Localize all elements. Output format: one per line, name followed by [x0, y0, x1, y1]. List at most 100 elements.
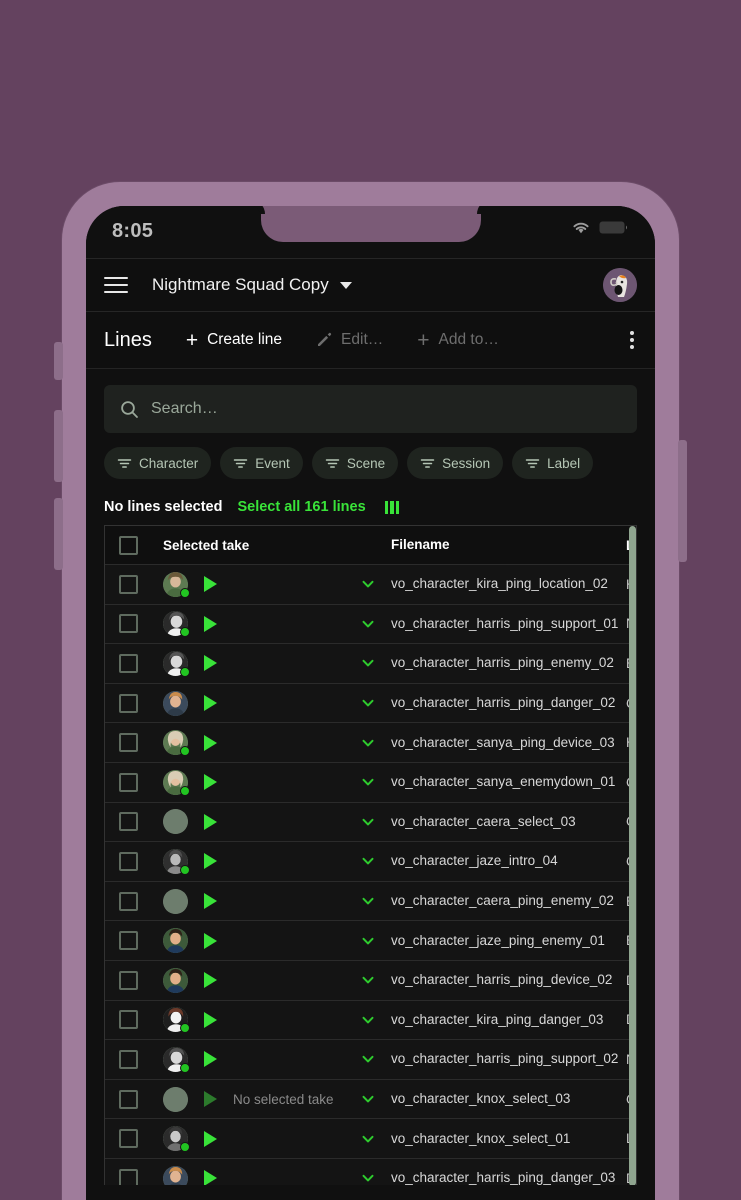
waveform[interactable]: M0.0 10.4 L0.0 11.6 M1.6 10.4 L1.6 11.6 … [233, 692, 348, 714]
checkbox-unchecked-icon[interactable] [118, 851, 138, 871]
add-to-button[interactable]: + Add to… [417, 330, 499, 351]
filter-chip-event[interactable]: Event [220, 447, 303, 479]
play-icon[interactable] [204, 972, 217, 989]
row-avatar[interactable] [163, 888, 188, 914]
volume-up-button[interactable] [54, 410, 63, 482]
row-checkbox[interactable] [105, 614, 151, 634]
waveform[interactable]: M0.0 10.4 L0.0 11.6 M1.6 10.4 L1.6 11.6 … [233, 930, 348, 952]
row-checkbox[interactable] [105, 931, 151, 951]
play-icon[interactable] [204, 1130, 217, 1147]
waveform[interactable]: M0.0 10.4 L0.0 11.6 M1.6 10.4 L1.6 11.6 … [233, 652, 348, 674]
table-row[interactable]: M0.0 10.4 L0.0 11.6 M1.6 10.4 L1.6 11.6 … [105, 723, 636, 763]
row-avatar[interactable] [163, 650, 190, 677]
play-icon[interactable] [204, 774, 217, 791]
play-icon[interactable] [204, 576, 217, 593]
row-checkbox[interactable] [105, 772, 151, 792]
checkbox-unchecked-icon[interactable] [118, 693, 138, 713]
row-checkbox[interactable] [105, 812, 151, 832]
power-button[interactable] [678, 440, 687, 562]
edit-button[interactable]: Edit… [316, 331, 383, 349]
play-icon[interactable] [204, 695, 217, 712]
table-row[interactable]: M0.0 10.4 L0.0 11.6 M1.6 10.4 L1.6 11.6 … [105, 1119, 636, 1159]
checkbox-unchecked-icon[interactable] [118, 614, 138, 634]
checkbox-unchecked-icon[interactable] [118, 733, 138, 753]
table-row[interactable]: M0.0 10.4 L0.0 11.6 M1.6 10.4 L1.6 11.6 … [105, 644, 636, 684]
table-row[interactable]: M0.0 10.4 L0.0 11.6 M1.6 10.4 L1.6 11.6 … [105, 1159, 636, 1185]
checkbox-unchecked-icon[interactable] [118, 1089, 138, 1109]
select-all-checkbox[interactable] [105, 535, 151, 555]
checkbox-unchecked-icon[interactable] [118, 535, 138, 555]
play-icon[interactable] [204, 734, 217, 751]
row-avatar[interactable] [163, 928, 188, 954]
row-avatar[interactable] [163, 611, 190, 638]
chevron-down-icon[interactable] [361, 973, 375, 987]
table-row[interactable]: M0.0 10.4 L0.0 11.6 M1.6 10.4 L1.6 11.6 … [105, 684, 636, 724]
table-row[interactable]: M0.0 10.4 L0.0 11.6 M1.6 10.4 L1.6 11.6 … [105, 763, 636, 803]
chevron-down-icon[interactable] [361, 1013, 375, 1027]
mute-switch-button[interactable] [54, 342, 63, 380]
filter-chip-character[interactable]: Character [104, 447, 212, 479]
row-avatar[interactable] [163, 1126, 190, 1153]
row-checkbox[interactable] [105, 851, 151, 871]
search-input[interactable]: Search… [104, 385, 637, 433]
waveform[interactable]: M0.0 10.4 L0.0 11.6 M1.6 10.4 L1.6 11.6 … [233, 771, 348, 793]
play-icon[interactable] [204, 813, 217, 830]
chevron-down-icon[interactable] [361, 1132, 375, 1146]
play-icon[interactable] [204, 1170, 217, 1185]
waveform[interactable]: M0.0 10.4 L0.0 11.6 M1.6 10.4 L1.6 11.6 … [233, 573, 348, 595]
row-checkbox[interactable] [105, 693, 151, 713]
chevron-down-icon[interactable] [361, 894, 375, 908]
avatar[interactable] [603, 268, 637, 302]
row-checkbox[interactable] [105, 1089, 151, 1109]
chevron-down-icon[interactable] [361, 577, 375, 591]
filter-chip-label[interactable]: Label [512, 447, 594, 479]
row-avatar[interactable] [163, 809, 188, 835]
chevron-down-icon[interactable] [361, 617, 375, 631]
row-checkbox[interactable] [105, 1010, 151, 1030]
checkbox-unchecked-icon[interactable] [118, 1129, 138, 1149]
waveform[interactable]: M0.0 10.4 L0.0 11.6 M1.6 10.4 L1.6 11.6 … [233, 850, 348, 872]
chevron-down-icon[interactable] [361, 815, 375, 829]
row-avatar[interactable] [163, 690, 188, 716]
chevron-down-icon[interactable] [339, 281, 352, 289]
table-row[interactable]: M0.0 10.4 L0.0 11.6 M1.6 10.4 L1.6 11.6 … [105, 842, 636, 882]
play-icon[interactable] [204, 1011, 217, 1028]
kebab-menu-icon[interactable] [627, 325, 637, 355]
checkbox-unchecked-icon[interactable] [118, 970, 138, 990]
play-icon[interactable] [204, 853, 217, 870]
column-header-selected-take[interactable]: Selected take [163, 538, 249, 553]
row-checkbox[interactable] [105, 574, 151, 594]
row-avatar[interactable] [163, 571, 190, 598]
table-row[interactable]: M0.0 10.4 L0.0 11.6 M1.6 10.4 L1.6 11.6 … [105, 921, 636, 961]
checkbox-unchecked-icon[interactable] [118, 574, 138, 594]
checkbox-unchecked-icon[interactable] [118, 1168, 138, 1185]
filter-chip-scene[interactable]: Scene [311, 447, 399, 479]
chevron-down-icon[interactable] [361, 854, 375, 868]
row-avatar[interactable] [163, 1086, 188, 1112]
column-header-filename[interactable]: Filename [391, 537, 450, 552]
play-icon[interactable] [204, 655, 217, 672]
table-row[interactable]: M0.0 10.4 L0.0 11.6 M1.6 10.4 L1.6 11.6 … [105, 565, 636, 605]
checkbox-unchecked-icon[interactable] [118, 931, 138, 951]
create-line-button[interactable]: + Create line [186, 330, 282, 351]
project-title[interactable]: Nightmare Squad Copy [152, 275, 329, 295]
waveform[interactable]: M0.0 10.4 L0.0 11.6 M1.6 10.4 L1.6 11.6 … [233, 890, 348, 912]
play-icon[interactable] [204, 1051, 217, 1068]
chevron-down-icon[interactable] [361, 656, 375, 670]
row-checkbox[interactable] [105, 1168, 151, 1185]
select-all-link[interactable]: Select all 161 lines [237, 499, 365, 515]
row-avatar[interactable] [163, 730, 190, 757]
row-avatar[interactable] [163, 769, 190, 796]
row-avatar[interactable] [163, 848, 190, 875]
waveform[interactable]: M0.0 10.4 L0.0 11.6 M1.6 10.4 L1.6 11.6 … [233, 811, 348, 833]
chevron-down-icon[interactable] [361, 1052, 375, 1066]
checkbox-unchecked-icon[interactable] [118, 812, 138, 832]
checkbox-unchecked-icon[interactable] [118, 1049, 138, 1069]
hamburger-menu-icon[interactable] [104, 277, 128, 293]
table-row[interactable]: M0.0 10.4 L0.0 11.6 M1.6 10.4 L1.6 11.6 … [105, 961, 636, 1001]
vertical-scrollbar[interactable] [629, 526, 636, 1185]
table-row[interactable]: M0.0 10.4 L0.0 11.6 M1.6 10.4 L1.6 11.6 … [105, 605, 636, 645]
row-checkbox[interactable] [105, 891, 151, 911]
waveform[interactable]: M0.0 10.4 L0.0 11.6 M1.6 10.4 L1.6 11.6 … [233, 1009, 348, 1031]
checkbox-unchecked-icon[interactable] [118, 653, 138, 673]
